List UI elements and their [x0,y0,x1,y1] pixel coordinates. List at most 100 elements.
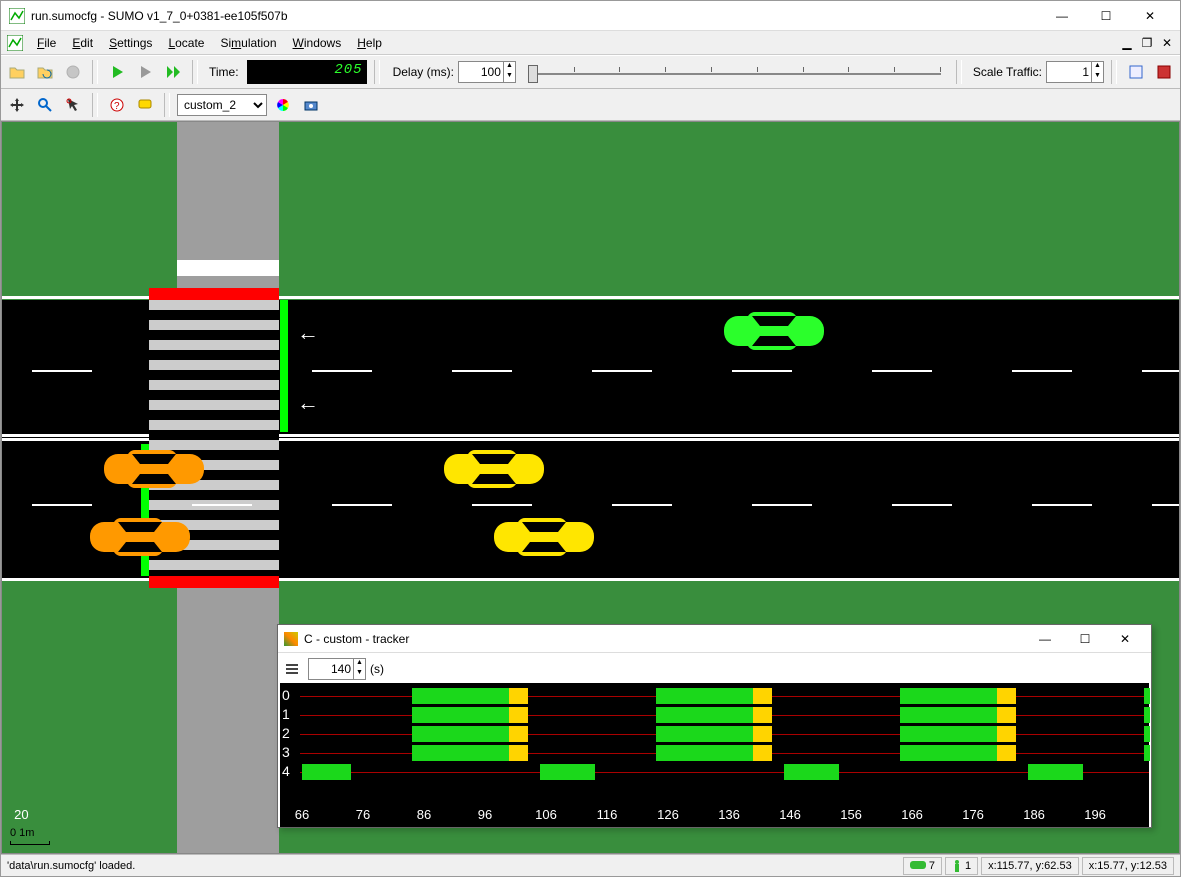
screenshot-button[interactable] [299,93,323,117]
reload-icon [37,64,53,80]
coord-geo: x:15.77, y:12.53 [1082,857,1174,875]
vehicle-count-box: 7 [903,857,942,875]
vehicle-yellow[interactable] [492,516,597,558]
mdi-restore[interactable]: ❐ [1138,36,1156,50]
vehicle-green[interactable] [722,310,827,352]
view-settings-combo[interactable]: custom_2 [177,94,267,116]
tracker-maximize[interactable]: ☐ [1065,626,1105,652]
scale-traffic-label: Scale Traffic: [973,65,1042,79]
delay-label: Delay (ms): [393,65,454,79]
menu-file[interactable]: File [29,33,64,53]
menubar: File Edit Settings Locate Simulation Win… [1,31,1180,55]
color-wheel-button[interactable] [271,93,295,117]
menu-windows[interactable]: Windows [285,33,350,53]
lane-arrow-icon: ← [297,390,319,416]
tracker-settings-button[interactable] [280,657,304,681]
app-icon-small [7,35,23,51]
save-icon [65,64,81,80]
mdi-minimize[interactable]: ▁ [1118,36,1136,50]
tracker-row: 3 [280,744,1149,762]
move-icon [9,97,25,113]
tracker-row: 0 [280,687,1149,705]
delay-input[interactable] [459,64,503,80]
save-button[interactable] [61,60,85,84]
person-count-box: 1 [945,857,978,875]
tracker-range-spinner[interactable]: ▲▼ [308,658,366,680]
menu-help[interactable]: Help [349,33,390,53]
toolbar-main: Time: 205 Delay (ms): ▲▼ Scale Traffic: … [1,55,1180,89]
scale-indicator: 0 1m [10,827,50,845]
vehicle-orange[interactable] [88,516,193,558]
help-tool[interactable]: ? [105,93,129,117]
delay-spinner[interactable]: ▲▼ [458,61,516,83]
info-tool[interactable] [133,93,157,117]
cursor-icon [65,97,81,113]
mdi-close[interactable]: ✕ [1158,36,1176,50]
help-icon: ? [109,97,125,113]
tracker-row: 1 [280,706,1149,724]
svg-text:?: ? [114,101,120,112]
menu-simulation[interactable]: Simulation [212,33,284,53]
minimize-button[interactable]: — [1040,2,1084,30]
tracker-row: 2 [280,725,1149,743]
delay-slider[interactable] [528,61,941,83]
move-tool[interactable] [5,93,29,117]
zoom-icon [37,97,53,113]
speech-icon [137,97,153,113]
simulation-viewport[interactable]: ← ← 0 1m C - [1,121,1180,854]
view-list-icon [1128,64,1144,80]
window-title: run.sumocfg - SUMO v1_7_0+0381-ee105f507… [31,9,1040,23]
person-icon [952,859,962,873]
play-button[interactable] [105,60,129,84]
coord-net: x:115.77, y:62.53 [981,857,1079,875]
scale-input[interactable] [1047,64,1091,80]
stop-icon [137,64,153,80]
tracker-icon [284,632,298,646]
reload-button[interactable] [33,60,57,84]
menu-settings[interactable]: Settings [101,33,160,53]
time-label: Time: [209,65,239,79]
pause-button[interactable] [133,60,157,84]
toolbar-view: ? custom_2 [1,89,1180,121]
tracker-window[interactable]: C - custom - tracker — ☐ ✕ ▲▼ (s) 012346… [277,624,1152,828]
delay-down[interactable]: ▼ [503,72,515,82]
step-icon [165,64,181,80]
menu-locate[interactable]: Locate [160,33,212,53]
statusbar: 'data\run.sumocfg' loaded. 7 1 x:115.77,… [1,854,1180,876]
camera-icon [303,97,319,113]
app-icon [9,8,25,24]
view-calendar-icon [1156,64,1172,80]
tracker-title: C - custom - tracker [304,632,1025,646]
play-icon [109,64,125,80]
status-message: 'data\run.sumocfg' loaded. [7,860,900,872]
scale-spinner[interactable]: ▲▼ [1046,61,1104,83]
titlebar: run.sumocfg - SUMO v1_7_0+0381-ee105f507… [1,1,1180,31]
list-icon [284,661,300,677]
scale-down[interactable]: ▼ [1091,72,1103,82]
delay-up[interactable]: ▲ [503,62,515,72]
color-wheel-icon [275,97,291,113]
tracker-unit: (s) [370,662,384,676]
open-button[interactable] [5,60,29,84]
tracker-close[interactable]: ✕ [1105,626,1145,652]
tracker-chart[interactable]: 0123466768696106116126136146156166176186… [280,683,1149,827]
tracker-range-input[interactable] [309,661,353,677]
vehicle-yellow[interactable] [442,448,547,490]
open-folder-icon [9,64,25,80]
select-tool[interactable] [61,93,85,117]
tracker-row: 4 [280,763,1149,781]
scale-up[interactable]: ▲ [1091,62,1103,72]
tracker-minimize[interactable]: — [1025,626,1065,652]
view-grid-button[interactable] [1152,60,1176,84]
maximize-button[interactable]: ☐ [1084,2,1128,30]
time-display: 205 [247,60,367,84]
step-button[interactable] [161,60,185,84]
close-button[interactable]: ✕ [1128,2,1172,30]
view-list-button[interactable] [1124,60,1148,84]
car-icon [910,861,926,871]
zoom-tool[interactable] [33,93,57,117]
lane-arrow-icon: ← [297,320,319,346]
menu-edit[interactable]: Edit [64,33,101,53]
vehicle-orange[interactable] [102,448,207,490]
slider-thumb[interactable] [528,65,538,83]
